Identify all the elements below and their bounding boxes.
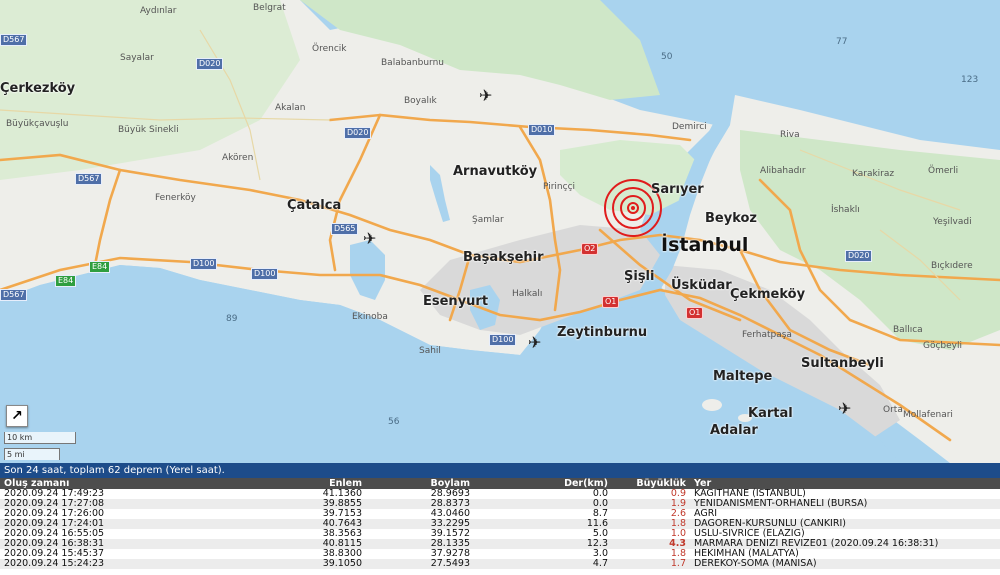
place-sultanbeyli: Sultanbeyli (801, 356, 884, 371)
cell-depth: 4.7 (474, 559, 612, 569)
svg-text:✈: ✈ (363, 229, 376, 248)
place-label: Büyük Sinekli (118, 125, 179, 135)
place-sariyer: Sarıyer (651, 182, 704, 197)
table-row[interactable]: 2020.09.24 15:24:23 39.1050 27.5493 4.7 1.7 D… (0, 559, 1000, 569)
road-shield: D020 (344, 127, 372, 139)
place-label: Şamlar (472, 215, 504, 225)
cell-location: YENIDANISMENT-ORHANELI (BURSA) (690, 499, 1000, 509)
map-canvas: ✈ ✈ ✈ ✈ (0, 0, 1000, 463)
svg-text:✈: ✈ (528, 333, 541, 352)
place-label: Büyükçavuşlu (6, 119, 69, 129)
road-shield: O1 (602, 296, 620, 308)
place-uskudar: Üsküdar (671, 278, 732, 293)
panel-title: Son 24 saat, toplam 62 deprem (Yerel saa… (0, 463, 1000, 478)
place-label: Akören (222, 153, 254, 163)
place-label: Pirinççi (543, 182, 576, 192)
place-label: Aydınlar (140, 6, 177, 16)
sea-depth-label: 77 (836, 37, 848, 47)
cell-lon: 27.5493 (366, 559, 474, 569)
place-beykoz: Beykoz (705, 211, 757, 226)
cell-magnitude: 1.7 (612, 559, 690, 569)
earthquake-map[interactable]: ✈ ✈ ✈ ✈ Çerkezköy Arnavutköy Sarıyer Çat… (0, 0, 1000, 463)
table-row[interactable]: 2020.09.24 17:27:08 39.8855 28.8373 0.0 1.9 Y… (0, 499, 1000, 509)
sea-depth-label: 123 (961, 75, 979, 85)
place-label: Ekinoba (352, 312, 388, 322)
col-depth[interactable]: Der(km) (474, 478, 612, 489)
table-row[interactable]: 2020.09.24 17:24:01 40.7643 33.2295 11.6 1.8… (0, 519, 1000, 529)
road-shield: E84 (55, 275, 77, 287)
road-shield: D100 (251, 268, 279, 280)
place-label: Bıçkıdere (931, 261, 973, 271)
place-cekmekoy: Çekmeköy (730, 287, 806, 302)
place-label: Göçbeyli (923, 341, 963, 351)
road-shield: D010 (528, 124, 556, 136)
place-maltepe: Maltepe (713, 369, 773, 384)
place-label: Mollafenari (903, 410, 953, 420)
place-label: Halkalı (512, 289, 543, 299)
expand-icon[interactable]: ↗ (6, 405, 28, 427)
place-label: İshaklı (831, 205, 860, 215)
place-label: Orta (883, 405, 903, 415)
road-shield: D567 (0, 34, 28, 46)
earthquake-table: Oluş zamanı Enlem Boylam Der(km) Büyüklü… (0, 478, 1000, 569)
place-istanbul: İstanbul (661, 234, 749, 256)
place-kartal: Kartal (748, 406, 793, 421)
cell-depth: 11.6 (474, 519, 612, 529)
place-zeytinburnu: Zeytinburnu (557, 325, 648, 340)
place-catalca: Çatalca (287, 198, 342, 213)
road-shield: D020 (845, 250, 873, 262)
place-label: Akalan (275, 103, 306, 113)
scale-km: 10 km (4, 432, 76, 444)
place-basaksehir: Başakşehir (463, 250, 544, 265)
place-label: Demirci (672, 122, 707, 132)
road-shield: E84 (89, 261, 111, 273)
sea-depth-label: 50 (661, 52, 673, 62)
road-shield: D567 (75, 173, 103, 185)
place-label: Yeşilvadi (933, 217, 972, 227)
place-cerkezkoy: Çerkezköy (0, 81, 76, 96)
place-label: Boyalık (404, 96, 437, 106)
sea-depth-label: 89 (226, 314, 238, 324)
place-label: Karakiraz (852, 169, 895, 179)
table-row[interactable]: 2020.09.24 15:45:37 38.8300 37.9278 3.0 1.8 H… (0, 549, 1000, 559)
place-label: Balabanburnu (381, 58, 445, 68)
table-row[interactable]: 2020.09.24 17:26:00 39.7153 43.0460 8.7 2.6 A… (0, 509, 1000, 519)
road-shield: D100 (190, 258, 218, 270)
place-esenyurt: Esenyurt (423, 294, 489, 309)
road-shield: D020 (196, 58, 224, 70)
svg-text:✈: ✈ (838, 399, 851, 418)
scale-mi: 5 mi (4, 448, 60, 460)
cell-location: DEREKOY-SOMA (MANISA) (690, 559, 1000, 569)
cell-depth: 3.0 (592, 548, 608, 559)
road-shield: O2 (581, 243, 599, 255)
place-label: Sahil (419, 346, 441, 356)
place-label: Riva (780, 130, 800, 140)
cell-depth: 0.0 (474, 499, 612, 509)
table-row[interactable]: 2020.09.24 16:38:31 40.8115 28.1335 12.3 4.3… (0, 539, 1000, 549)
place-label: Sayalar (120, 53, 154, 63)
cell-lat: 39.1050 (198, 559, 366, 569)
place-adalar: Adalar (710, 423, 758, 438)
cell-depth: 12.3 (474, 539, 612, 549)
cell-time: 2020.09.24 15:24:23 (0, 559, 198, 569)
place-label: Belgrat (253, 3, 286, 13)
place-label: Fenerköy (155, 193, 196, 203)
road-shield: O1 (686, 307, 704, 319)
place-label: Ömerli (928, 166, 959, 176)
place-arnavutkoy: Arnavutköy (453, 164, 538, 179)
place-label: Örencik (312, 44, 347, 54)
table-header-row: Oluş zamanı Enlem Boylam Der(km) Büyüklü… (0, 478, 1000, 489)
place-label: Ferhatpaşa (742, 330, 792, 340)
adalar-island (702, 399, 722, 411)
place-label: Ballıca (893, 325, 923, 335)
cell-depth: 0.0 (592, 488, 608, 499)
sea-depth-label: 56 (388, 417, 400, 427)
road-shield: D565 (331, 223, 359, 235)
road-shield: D100 (489, 334, 517, 346)
road-shield: D567 (0, 289, 28, 301)
place-label: Alibahadır (760, 166, 806, 176)
svg-text:✈: ✈ (479, 86, 492, 105)
place-sisli: Şişli (624, 269, 655, 284)
earthquake-list-panel: Son 24 saat, toplam 62 deprem (Yerel saa… (0, 463, 1000, 575)
